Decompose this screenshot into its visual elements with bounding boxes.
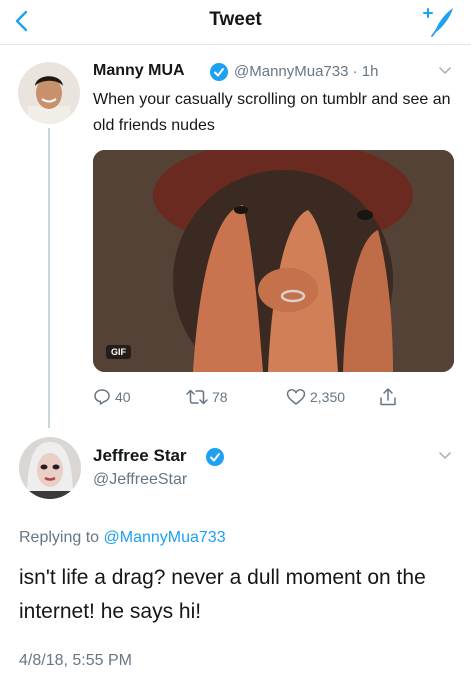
author-handle[interactable]: @JeffreeStar: [93, 471, 187, 489]
reply-button[interactable]: 40: [93, 385, 131, 409]
reply-icon: [94, 389, 110, 405]
author-name[interactable]: Jeffree Star: [93, 446, 187, 466]
author-handle-time[interactable]: @MannyMua733 · 1h: [234, 63, 378, 80]
avatar[interactable]: [19, 437, 81, 499]
like-icon: [286, 389, 306, 405]
retweet-icon: [186, 389, 208, 405]
share-button[interactable]: [378, 385, 402, 409]
retweet-button[interactable]: 78: [186, 385, 228, 409]
retweet-count: 78: [212, 389, 228, 405]
chevron-down-icon[interactable]: [438, 66, 452, 76]
tweet-timestamp[interactable]: 4/8/18, 5:55 PM: [19, 652, 132, 670]
like-count: 2,350: [310, 389, 346, 405]
replying-to: Replying to @MannyMua733: [19, 529, 226, 547]
verified-badge-icon: [210, 63, 228, 81]
tweet-text: When your casually scrolling on tumblr a…: [93, 91, 451, 134]
tweet-text: isn't life a drag? never a dull moment o…: [19, 566, 426, 623]
tweet-gif-media[interactable]: GIF: [93, 150, 454, 372]
mention-link[interactable]: @MannyMua733: [104, 529, 226, 546]
verified-badge-icon: [206, 448, 224, 466]
like-button[interactable]: 2,350: [286, 385, 345, 409]
avatar[interactable]: [18, 62, 80, 124]
gif-badge: GIF: [106, 345, 131, 359]
page-title: Tweet: [209, 9, 262, 30]
author-name[interactable]: Manny MUA: [93, 62, 185, 80]
reply-count: 40: [115, 389, 131, 405]
thread-connector-line: [48, 128, 50, 428]
replying-prefix: Replying to: [19, 529, 100, 546]
chevron-down-icon[interactable]: [438, 451, 452, 461]
share-icon: [380, 388, 396, 406]
compose-icon[interactable]: [418, 3, 458, 39]
